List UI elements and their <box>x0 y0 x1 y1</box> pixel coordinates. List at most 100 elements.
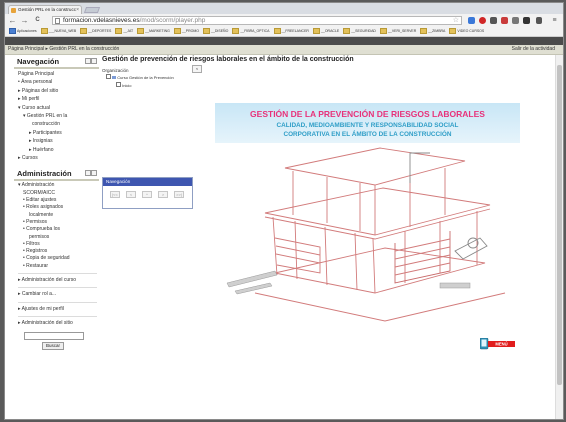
divider <box>18 315 97 317</box>
nav-item-course-cont[interactable]: construcción <box>18 120 97 128</box>
admin-item-local-roles-cont[interactable]: localmente <box>18 212 97 219</box>
admin-item-profile-settings[interactable]: ▸ Ajustes de mi perfil <box>18 306 97 313</box>
apps-grid-icon <box>9 28 16 34</box>
admin-item-logs[interactable]: • Registros <box>18 248 97 255</box>
bookmark-folder[interactable]: VIDEO CURSOS <box>449 27 484 36</box>
admin-item-scorm-cont[interactable]: SCORM/AICC <box>18 190 97 197</box>
admin-item-filters[interactable]: • Filtros <box>18 241 97 248</box>
admin-item-switch-role[interactable]: ▸ Cambiar rol a... <box>18 291 97 298</box>
bookmark-folder[interactable]: __FREELANCER <box>273 27 309 36</box>
bookmark-star-icon[interactable]: ☆ <box>453 17 459 25</box>
bookmark-folder[interactable]: ___NUEVA_WEB <box>40 27 77 36</box>
browser-tab[interactable]: Gestión PRL en la construcc × <box>8 5 82 14</box>
admin-item-edit-settings[interactable]: • Editar ajustes <box>18 197 97 204</box>
bookmark-label: __ZIMBRA <box>428 29 446 33</box>
search-button[interactable]: Buscar <box>42 342 64 351</box>
nav-item-badges[interactable]: ▸ Insignias <box>18 137 97 145</box>
block-collapse-icon[interactable] <box>91 58 97 64</box>
admin-item-scorm[interactable]: ▾ Administración <box>18 182 97 189</box>
last-sco-button[interactable]: >>| <box>174 191 184 198</box>
banner-subtitle-1: CALIDAD, MEDIOAMBIENTE Y RESPONSABILIDAD… <box>276 122 459 129</box>
folder-icon <box>420 28 428 34</box>
page-scrollbar[interactable] <box>555 55 563 419</box>
extension-pocket-icon[interactable] <box>490 17 497 24</box>
nav-item-current-course[interactable]: ▾ Curso actual <box>18 104 97 112</box>
previous-sco-button[interactable]: < <box>126 191 136 198</box>
back-arrow-icon[interactable]: ← <box>8 16 17 25</box>
bookmark-folder[interactable]: __FIBRA_OPTICA <box>232 27 270 36</box>
nav-item-courses[interactable]: ▸ Cursos <box>18 154 97 162</box>
bookmark-label: Aplicaciones <box>17 29 37 33</box>
tab-title: Gestión PRL en la construcc <box>18 7 77 12</box>
bookmark-folder[interactable]: __DISEÑO <box>203 27 228 36</box>
course-menu-button[interactable]: MENÚ <box>480 338 516 351</box>
nav-item-profile[interactable]: ▸ Mi perfil <box>18 95 97 103</box>
admin-item-permissions[interactable]: • Permisos <box>18 219 97 226</box>
reload-icon[interactable]: C <box>33 16 42 25</box>
url-path: /mod/scorm/player.php <box>139 17 206 24</box>
first-sco-button[interactable]: |<< <box>110 191 120 198</box>
bookmark-folder[interactable]: __DEPORTES <box>80 27 111 36</box>
course-banner: GESTIÓN DE LA PREVENCIÓN DE RIESGOS LABO… <box>215 103 520 143</box>
toc-label: Organización <box>102 68 129 73</box>
administration-block-title: Administración <box>14 167 99 182</box>
folder-icon <box>343 28 351 34</box>
bookmark-folder[interactable]: __MARKETING <box>137 27 170 36</box>
admin-item-check-permissions-cont[interactable]: permisos <box>18 234 97 241</box>
toc-collapse-button[interactable]: < <box>192 65 202 73</box>
nav-item-site-pages[interactable]: ▸ Páginas del sitio <box>18 87 97 95</box>
nav-item-orphan[interactable]: ▸ Huérfano <box>18 146 97 154</box>
admin-item-restore[interactable]: • Restaurar <box>18 263 97 270</box>
breadcrumb-bar: Página Principal ▸ Gestión PRL en la con… <box>5 45 563 55</box>
administration-tree: ▾ Administración SCORM/AICC • Editar aju… <box>14 181 99 329</box>
admin-item-local-roles[interactable]: • Roles asignados <box>18 204 97 211</box>
tab-close-icon[interactable]: × <box>76 6 79 14</box>
divider <box>18 273 97 275</box>
admin-item-check-permissions[interactable]: • Comprueba los <box>18 226 97 233</box>
admin-item-course-admin[interactable]: ▸ Administración del curso <box>18 277 97 284</box>
scrollbar-thumb[interactable] <box>557 65 562 385</box>
bookmark-apps[interactable]: Aplicaciones <box>9 27 37 36</box>
extension-lastpass-icon[interactable] <box>501 17 508 24</box>
folder-icon <box>312 28 320 34</box>
bookmark-folder[interactable]: __PROMO <box>173 27 199 36</box>
bookmark-label: __VERI_SERVER <box>387 29 417 33</box>
admin-item-site-admin[interactable]: ▸ Administración del sitio <box>18 320 97 327</box>
navigation-tree: Página Principal • Área personal ▸ Págin… <box>14 69 99 164</box>
bookmark-label: ___NUEVA_WEB <box>48 29 77 33</box>
menu-hamburger-icon[interactable]: ≡ <box>550 16 559 25</box>
page-icon <box>55 18 60 24</box>
bookmark-label: __JAT <box>123 29 134 33</box>
breadcrumb[interactable]: Página Principal ▸ Gestión PRL en la con… <box>8 45 119 54</box>
next-sco-button[interactable]: > <box>158 191 168 198</box>
forward-arrow-icon[interactable]: → <box>20 16 29 25</box>
navigation-block-title-text: Navegación <box>17 57 60 66</box>
admin-search-input[interactable] <box>24 332 84 341</box>
new-tab-button[interactable] <box>83 7 101 13</box>
exit-activity-link[interactable]: Salir de la actividad <box>512 45 555 54</box>
bookmark-folder[interactable]: __ZIMBRA <box>420 27 445 36</box>
nav-item-home[interactable]: Página Principal <box>18 70 97 78</box>
bookmark-folder[interactable]: __VERI_SERVER <box>379 27 417 36</box>
nav-item-participants[interactable]: ▸ Participantes <box>18 129 97 137</box>
extension-dark-icon[interactable] <box>523 17 530 24</box>
extension-misc-icon[interactable] <box>536 17 542 24</box>
block-collapse-icon[interactable] <box>91 170 97 177</box>
folder-icon <box>173 28 181 34</box>
nav-item-course[interactable]: ▾ Gestión PRL en la <box>18 112 97 120</box>
bookmark-folder[interactable]: __JAT <box>115 27 133 36</box>
address-bar[interactable]: formacion.vdelasnieves.es/mod/scorm/play… <box>52 16 462 25</box>
extension-folder-icon[interactable] <box>468 17 475 24</box>
toc-course-item[interactable]: Curso Gestión de la Prevención <box>106 74 198 80</box>
nav-item-dashboard[interactable]: • Área personal <box>18 78 97 86</box>
extension-pinterest-icon[interactable] <box>479 17 486 24</box>
extension-translate-icon[interactable] <box>512 17 519 24</box>
bookmark-folder[interactable]: __ORACLE <box>312 27 339 36</box>
bookmark-folder[interactable]: __SEGURIDAD <box>343 27 376 36</box>
up-sco-button[interactable]: ^ <box>142 191 152 198</box>
bookmark-label: VIDEO CURSOS <box>457 29 485 33</box>
scorm-content-frame: GESTIÓN DE LA PREVENCIÓN DE RIESGOS LABO… <box>215 103 520 343</box>
admin-item-backup[interactable]: • Copia de seguridad <box>18 255 97 262</box>
bookmark-label: __FIBRA_OPTICA <box>240 29 270 33</box>
toc-sub-item[interactable]: Inicio <box>106 82 198 88</box>
